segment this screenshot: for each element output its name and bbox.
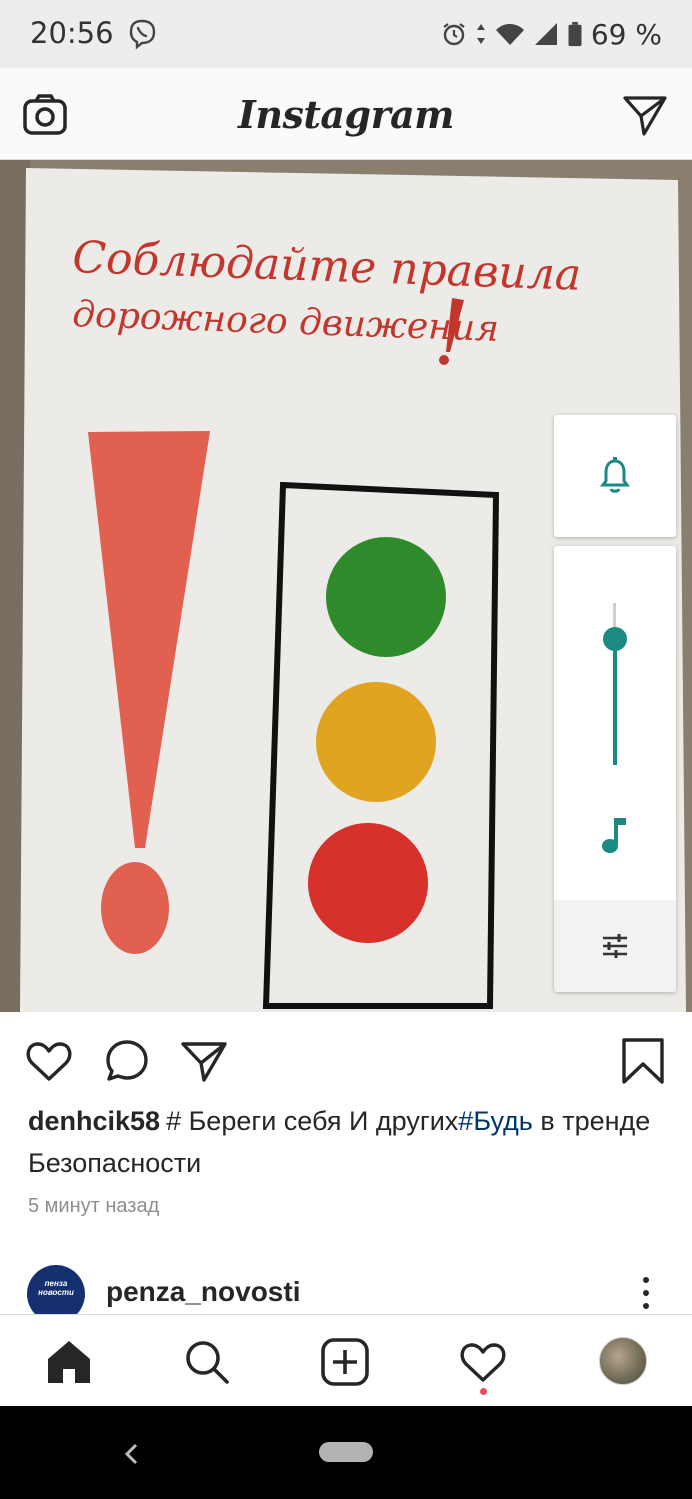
post-actions [0,1012,692,1102]
home-gesture-pill[interactable] [319,1442,373,1462]
more-options-icon[interactable] [636,1276,656,1310]
alarm-icon [443,23,465,46]
viber-icon [129,19,156,50]
bookmark-icon[interactable] [618,1036,668,1086]
next-post-avatar[interactable]: пенза новости [27,1265,85,1314]
volume-settings-button[interactable] [554,900,676,992]
ringer-mode-button[interactable] [554,415,676,537]
activity-heart-icon[interactable] [458,1337,508,1387]
volume-slider-thumb[interactable] [603,627,627,651]
caption-username[interactable]: denhcik58 [28,1106,160,1136]
share-icon[interactable] [180,1036,230,1086]
sliders-icon [603,934,627,958]
battery-icon [568,21,582,47]
next-post-username[interactable]: penza_novosti [106,1276,300,1308]
signal-icon [534,23,557,45]
search-icon[interactable] [182,1337,232,1387]
post-caption: denhcik58 # Береги себя И других#Будь в т… [28,1100,668,1184]
media-volume-control [554,546,676,992]
battery-percentage: 69 % [590,17,662,51]
wifi-icon [495,24,524,45]
comment-icon[interactable] [102,1036,152,1086]
new-post-icon[interactable] [320,1337,370,1387]
post-timestamp: 5 минут назад [28,1195,160,1217]
volume-track-filled [613,639,617,765]
bottom-navigation [0,1314,692,1406]
notification-dot [480,1388,487,1395]
app-header: Instagram [0,68,692,160]
next-post-header: пенза новости penza_novosti [0,1262,692,1314]
back-icon[interactable] [122,1442,142,1466]
caption-hashtag[interactable]: #Будь [458,1106,533,1136]
bell-icon [600,457,630,493]
status-bar: 20:56 69 % [0,0,692,68]
status-time: 20:56 [30,16,114,50]
home-icon[interactable] [44,1337,94,1387]
like-heart-icon[interactable] [24,1036,74,1086]
volume-panel [554,415,676,992]
direct-message-icon[interactable] [622,92,668,138]
data-arrows-icon [476,24,485,44]
profile-avatar[interactable] [599,1337,647,1385]
caption-text: # Береги себя И других [166,1106,459,1136]
avatar-text: пенза новости [38,1279,74,1297]
status-icons: 69 % [441,14,662,54]
music-note-icon [602,818,626,853]
instagram-logo[interactable]: Instagram [0,92,692,137]
